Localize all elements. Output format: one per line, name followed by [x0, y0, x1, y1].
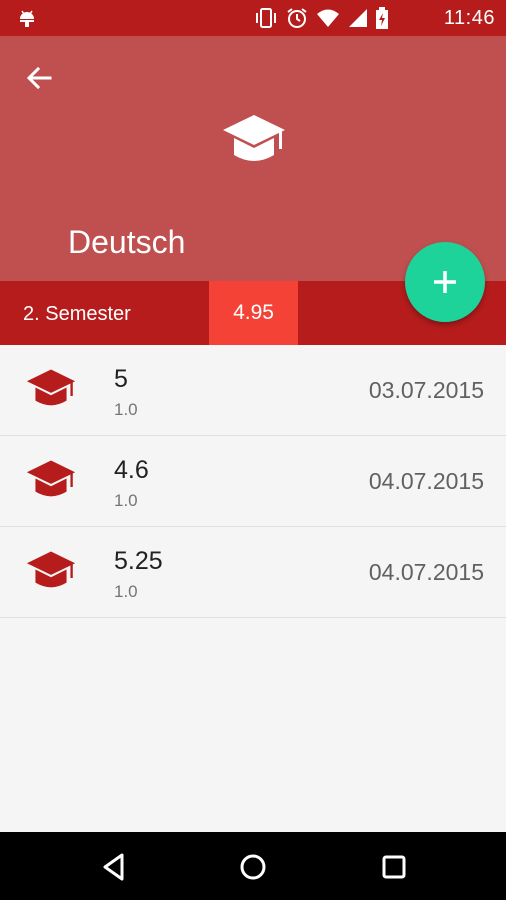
grade-row[interactable]: 5 1.0 03.07.2015 [0, 345, 506, 436]
nav-home-button[interactable] [236, 850, 270, 884]
grade-row[interactable]: 5.25 1.0 04.07.2015 [0, 527, 506, 618]
graduation-cap-icon [25, 459, 77, 506]
grade-value: 5 [114, 365, 128, 393]
back-triangle-icon [103, 853, 124, 881]
vibrate-icon [254, 7, 278, 34]
grade-weight: 1.0 [114, 400, 138, 419]
grade-weight: 1.0 [114, 582, 138, 601]
grade-list: 5 1.0 03.07.2015 4.6 1.0 04.07.2015 5.25… [0, 345, 506, 618]
battery-icon [376, 7, 388, 34]
graduation-cap-icon [25, 550, 77, 597]
nav-back-button[interactable] [97, 850, 131, 884]
grade-date: 04.07.2015 [368, 468, 484, 494]
recents-square-icon [382, 855, 406, 879]
alarm-icon [286, 7, 308, 34]
wifi-icon [316, 8, 340, 33]
grade-value: 5.25 [114, 547, 163, 575]
graduation-cap-icon [25, 368, 77, 415]
semester-label: 2. Semester [23, 303, 131, 325]
navigation-bar [0, 832, 506, 900]
grade-date: 03.07.2015 [368, 377, 484, 403]
grade-value: 4.6 [114, 456, 149, 484]
subject-title: Deutsch [68, 224, 186, 260]
home-circle-icon [240, 854, 266, 880]
nav-recents-button[interactable] [377, 850, 411, 884]
back-button[interactable] [22, 60, 58, 96]
grade-row[interactable]: 4.6 1.0 04.07.2015 [0, 436, 506, 527]
grade-date: 04.07.2015 [368, 559, 484, 585]
status-time: 11:46 [443, 7, 495, 29]
signal-icon [348, 8, 368, 33]
grade-weight: 1.0 [114, 491, 138, 510]
arrow-back-icon [26, 66, 52, 90]
plus-icon [434, 271, 456, 293]
android-icon [17, 8, 37, 33]
status-bar: 11:46 [0, 0, 506, 36]
graduation-cap-icon [221, 113, 287, 172]
semester-average: 4.95 [209, 281, 298, 345]
add-grade-button[interactable] [405, 242, 485, 322]
